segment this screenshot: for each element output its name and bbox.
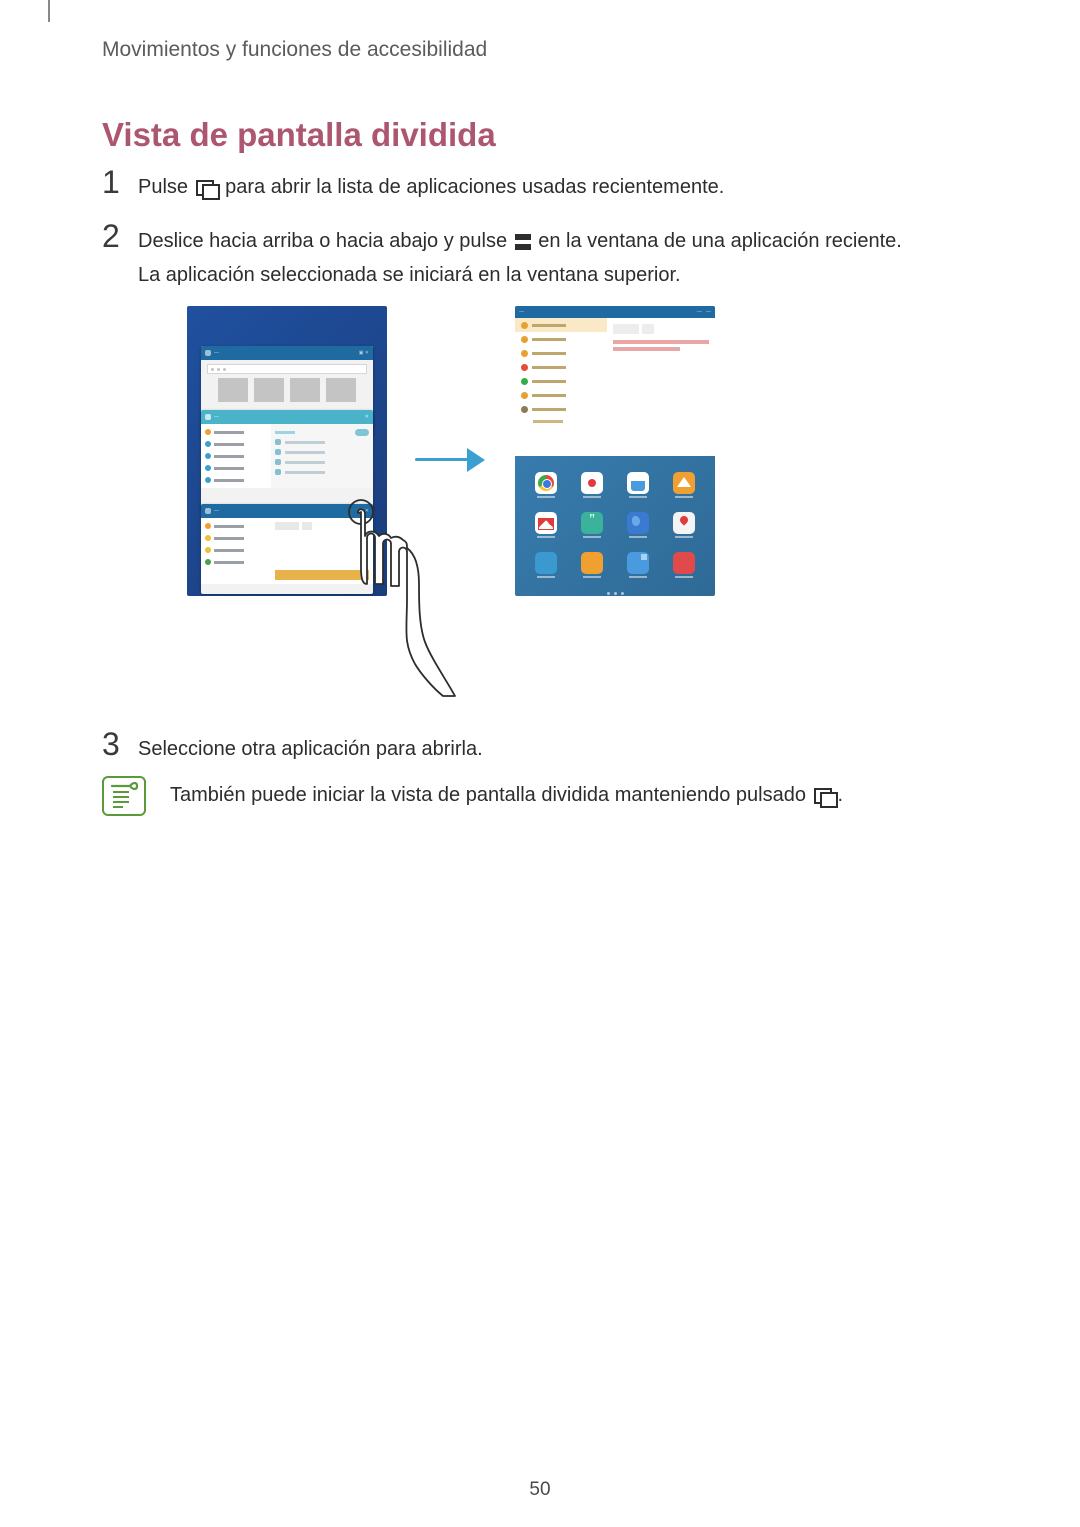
note-post: . bbox=[838, 784, 844, 806]
doc-icon bbox=[627, 552, 649, 574]
section-title: Vista de pantalla dividida bbox=[102, 116, 496, 154]
note-block: También puede iniciar la vista de pantal… bbox=[102, 776, 843, 816]
step-1-post: para abrir la lista de aplicaciones usad… bbox=[220, 176, 725, 198]
step-3-text: Seleccione otra aplicación para abrirla. bbox=[138, 726, 483, 766]
right-app-sidebar bbox=[515, 306, 607, 456]
step-1-pre: Pulse bbox=[138, 176, 194, 198]
tablet-left: —▣ ✕ —✕ bbox=[187, 306, 387, 596]
chat-icon bbox=[581, 512, 603, 534]
recent-apps-icon bbox=[196, 180, 218, 195]
step-2-text: Deslice hacia arriba o hacia abajo y pul… bbox=[138, 218, 902, 292]
step-number-3: 3 bbox=[102, 726, 120, 763]
maps-icon bbox=[673, 512, 695, 534]
arrow-right-icon bbox=[415, 448, 485, 472]
record-icon bbox=[581, 472, 603, 494]
step-number-2: 2 bbox=[102, 218, 120, 255]
note-pre: También puede iniciar la vista de pantal… bbox=[170, 784, 812, 806]
right-app-header: —— — bbox=[515, 306, 715, 318]
recent-apps-icon bbox=[814, 788, 836, 803]
tablet-right: —— — bbox=[515, 306, 715, 596]
step-2: 2 Deslice hacia arriba o hacia abajo y p… bbox=[102, 218, 902, 292]
store-icon bbox=[627, 472, 649, 494]
page-number: 50 bbox=[0, 1479, 1080, 1501]
photos-icon bbox=[535, 552, 557, 574]
files-icon bbox=[581, 552, 603, 574]
chrome-icon bbox=[535, 472, 557, 494]
step-3: 3 Seleccione otra aplicación para abrirl… bbox=[102, 726, 483, 766]
gmail-icon bbox=[535, 512, 557, 534]
page-header: Movimientos y funciones de accesibilidad bbox=[102, 38, 487, 62]
split-screen-icon bbox=[515, 234, 531, 250]
apps-icon bbox=[673, 552, 695, 574]
gallery-icon bbox=[673, 472, 695, 494]
step-2-line1-post: en la ventana de una aplicación reciente… bbox=[533, 230, 902, 252]
step-1: 1 Pulse para abrir la lista de aplicacio… bbox=[102, 164, 724, 204]
app-selection-grid bbox=[515, 460, 715, 596]
note-text: También puede iniciar la vista de pantal… bbox=[170, 776, 843, 807]
note-icon bbox=[102, 776, 146, 816]
step-2-line2: La aplicación seleccionada se iniciará e… bbox=[138, 264, 681, 286]
split-view-illustration: —▣ ✕ —✕ bbox=[187, 306, 887, 706]
globe-icon bbox=[627, 512, 649, 534]
recent-card-settings: —✕ bbox=[201, 410, 373, 510]
step-1-text: Pulse para abrir la lista de aplicacione… bbox=[138, 164, 724, 204]
step-2-line1-pre: Deslice hacia arriba o hacia abajo y pul… bbox=[138, 230, 513, 252]
step-number-1: 1 bbox=[102, 164, 120, 201]
recent-card-files: —▣ ✕ bbox=[201, 504, 373, 594]
right-app-main bbox=[607, 306, 715, 456]
page-crop-mark bbox=[48, 0, 50, 22]
